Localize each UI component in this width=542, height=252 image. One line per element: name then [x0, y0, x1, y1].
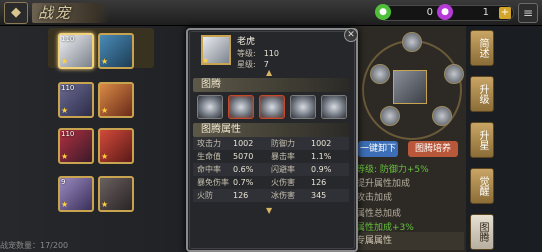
attr-key: 冰伤害: [271, 191, 295, 200]
totem-slot-icon[interactable]: [197, 95, 223, 119]
attr-key: 暴击率: [271, 152, 295, 161]
currency-value: 0: [426, 7, 433, 18]
pet-level: 等级: 110: [237, 48, 279, 59]
tab-awaken[interactable]: 觉醒: [470, 168, 494, 204]
bonus-line: 提升属性加成: [356, 179, 411, 189]
hero-card[interactable]: 110 ★: [58, 128, 94, 164]
star-icon: ★: [202, 56, 210, 65]
unequip-all-button[interactable]: 一键卸下: [358, 141, 398, 157]
attr-row: 攻击力 1002 防御力 1002: [193, 137, 349, 150]
bonus-line: 属性总加成: [356, 209, 402, 219]
tab-totem[interactable]: 图腾: [470, 214, 494, 250]
hero-card[interactable]: ★: [98, 128, 134, 164]
green-gem-icon: ●: [375, 4, 391, 20]
page-title: 战宠: [38, 4, 73, 22]
attr-value: 1002: [233, 139, 254, 148]
chevron-down-icon: ▼: [266, 206, 273, 215]
bonus-line: 等级: 防御力+5%: [356, 165, 429, 175]
totem-slot-icon[interactable]: [290, 95, 316, 119]
attr-value: 0.6%: [233, 165, 254, 174]
attr-value: 0.9%: [311, 165, 332, 174]
star-icon: ★: [101, 57, 109, 66]
attr-value: 1002: [311, 139, 332, 148]
attr-value: 1.1%: [311, 152, 332, 161]
attr-key: 火防: [197, 191, 213, 200]
attr-value: 0.7%: [233, 178, 254, 187]
hero-level: 9: [61, 178, 66, 186]
tab-level-up[interactable]: 升级: [470, 76, 494, 112]
star-icon: ★: [101, 106, 109, 115]
attr-row: 生命值 5070 暴击率 1.1%: [193, 150, 349, 163]
bonus-line: 攻击加成: [356, 193, 393, 203]
attr-key: 攻击力: [197, 139, 221, 148]
tab-summary[interactable]: 简述: [470, 30, 494, 66]
attr-table: 攻击力 1002 防御力 1002 生命值 5070 暴击率 1.1% 命中率 0.6% 闪避率…: [193, 137, 349, 202]
totem-slot-icon[interactable]: [432, 106, 452, 126]
menu-button[interactable]: ≡: [518, 3, 538, 23]
attr-row: 暴免伤率 0.7% 火伤害 126: [193, 176, 349, 189]
hero-card[interactable]: 110 ★: [58, 33, 94, 69]
hero-count-label: 战宠数量：17/200: [0, 241, 69, 250]
star-icon: ★: [61, 152, 69, 161]
close-icon: ✕: [347, 30, 355, 40]
totem-attr-header: 图腾属性: [193, 123, 349, 137]
tab-star-up[interactable]: 升星: [470, 122, 494, 158]
hero-card[interactable]: ★: [98, 82, 134, 118]
back-arrow-icon: ◆: [11, 5, 21, 20]
totem-slot-icon[interactable]: [228, 95, 254, 119]
totem-section-header: 图腾: [193, 78, 349, 92]
totem-develop-button[interactable]: 图腾培养: [408, 141, 458, 157]
hero-level: 110: [61, 84, 75, 92]
attr-key: 命中率: [197, 165, 221, 174]
totem-slot-icon[interactable]: [259, 95, 285, 119]
hero-card[interactable]: 110 ★: [58, 82, 94, 118]
totem-slot-icon[interactable]: [380, 106, 400, 126]
top-bar: ◆ 战宠 ● 0 + ● 1 + ≡: [0, 0, 542, 26]
attr-key: 火伤害: [271, 178, 295, 187]
totem-slot-icon[interactable]: [321, 95, 347, 119]
purple-gem-icon: ●: [437, 4, 453, 20]
star-icon: ★: [61, 106, 69, 115]
currency-purple: ● 1 +: [437, 4, 514, 21]
add-currency-button[interactable]: +: [499, 7, 511, 19]
chevron-up-icon: ▲: [266, 68, 273, 77]
attr-key: 闪避率: [271, 165, 295, 174]
attr-value: 345: [311, 191, 327, 200]
back-button[interactable]: ◆: [4, 2, 28, 24]
totem-slot-icon[interactable]: [402, 32, 422, 52]
attr-value: 126: [233, 191, 249, 200]
star-icon: ★: [61, 57, 69, 66]
hero-level: 110: [61, 35, 75, 43]
close-button[interactable]: ✕: [344, 28, 358, 42]
pet-name: 老虎: [237, 37, 256, 47]
attr-key: 防御力: [271, 139, 295, 148]
hero-level: 110: [61, 130, 75, 138]
pet-star: 星级: 7: [237, 59, 269, 70]
totem-slot-icon[interactable]: [370, 64, 390, 84]
hero-card[interactable]: ★: [98, 176, 134, 212]
star-icon: ★: [61, 200, 69, 209]
tiger-portrait-icon: [393, 70, 427, 104]
attr-row: 火防 126 冰伤害 345: [193, 189, 349, 202]
currency-value: 1: [482, 7, 489, 18]
menu-icon: ≡: [522, 6, 534, 20]
star-icon: ★: [101, 152, 109, 161]
level-label: 等级:: [237, 49, 256, 58]
hero-card[interactable]: 9 ★: [58, 176, 94, 212]
attr-key: 生命值: [197, 152, 221, 161]
star-icon: ★: [101, 200, 109, 209]
totem-slot-icon[interactable]: [444, 64, 464, 84]
exclusive-attr-header: 专属属性: [352, 232, 464, 250]
attr-value: 5070: [233, 152, 254, 161]
level-value: 110: [263, 49, 279, 58]
attr-key: 暴免伤率: [197, 178, 229, 187]
attr-value: 126: [311, 178, 327, 187]
hero-card[interactable]: ★: [98, 33, 134, 69]
attr-row: 命中率 0.6% 闪避率 0.9%: [193, 163, 349, 176]
star-label: 星级:: [237, 60, 256, 69]
